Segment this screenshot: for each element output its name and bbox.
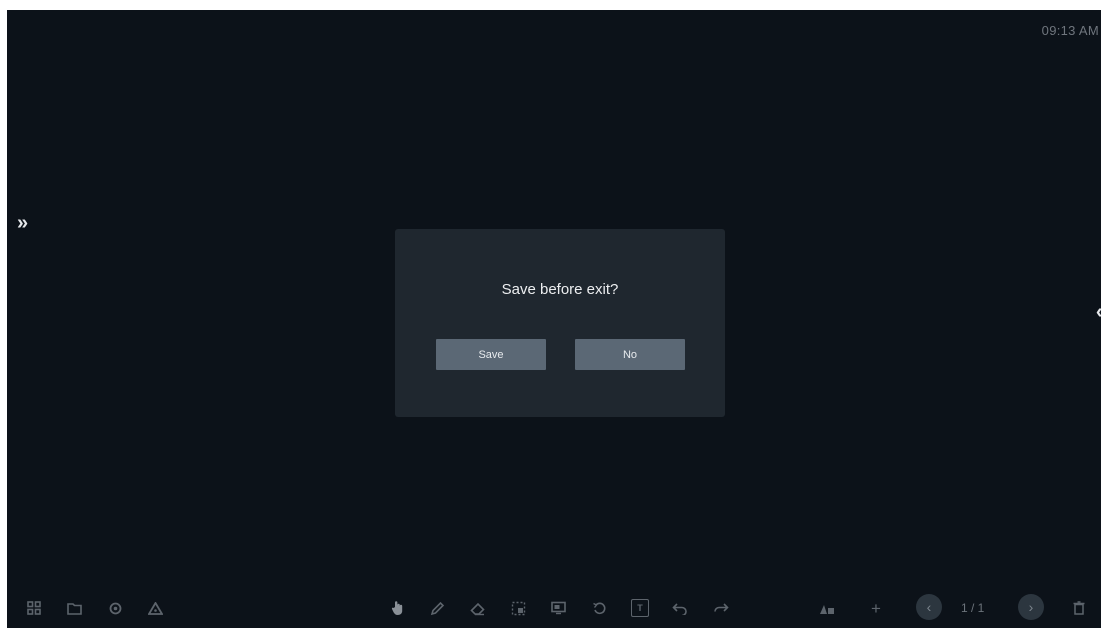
pen-icon[interactable] bbox=[428, 599, 446, 617]
folder-icon[interactable] bbox=[65, 599, 83, 617]
screenshot-icon[interactable] bbox=[550, 599, 568, 617]
whiteboard-canvas[interactable]: 09:13 AM » « Save before exit? Save No T bbox=[7, 10, 1101, 628]
prev-page-icon[interactable]: ‹ bbox=[916, 594, 942, 620]
dialog-title: Save before exit? bbox=[501, 281, 619, 298]
save-dialog: Save before exit? Save No bbox=[395, 229, 725, 417]
hand-select-icon[interactable] bbox=[388, 599, 406, 617]
right-panel-toggle[interactable]: « bbox=[1096, 302, 1101, 322]
redo-icon[interactable] bbox=[712, 599, 730, 617]
left-panel-toggle[interactable]: » bbox=[17, 213, 28, 233]
add-page-icon[interactable]: + bbox=[867, 599, 885, 617]
settings-icon[interactable] bbox=[106, 599, 124, 617]
no-button[interactable]: No bbox=[575, 339, 685, 370]
delete-page-icon[interactable] bbox=[1070, 599, 1088, 617]
save-button[interactable]: Save bbox=[436, 339, 546, 370]
undo-icon[interactable] bbox=[671, 599, 689, 617]
apps-icon[interactable] bbox=[25, 599, 43, 617]
text-box-icon[interactable]: T bbox=[631, 599, 649, 617]
clock: 09:13 AM bbox=[1041, 23, 1099, 38]
next-page-icon[interactable]: › bbox=[1018, 594, 1044, 620]
triangle-icon[interactable] bbox=[146, 599, 164, 617]
select-region-icon[interactable] bbox=[509, 599, 527, 617]
undo-circle-icon[interactable] bbox=[590, 599, 608, 617]
tools-icon[interactable] bbox=[818, 599, 836, 617]
page-indicator: 1 / 1 bbox=[961, 601, 985, 615]
eraser-icon[interactable] bbox=[469, 599, 487, 617]
